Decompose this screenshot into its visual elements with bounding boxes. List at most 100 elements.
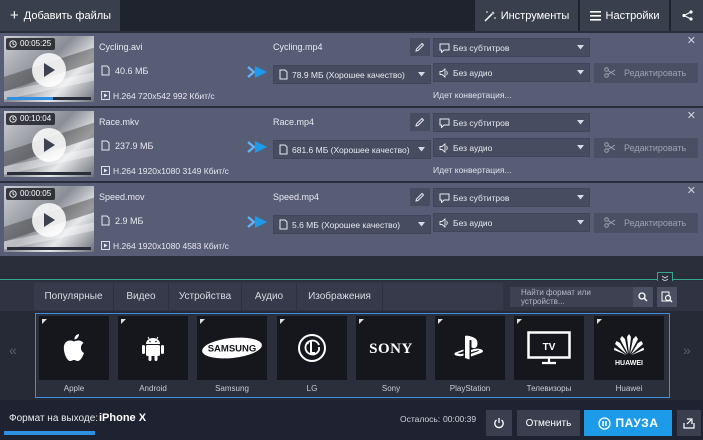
rename-output-button[interactable] bbox=[410, 38, 430, 56]
rename-output-button[interactable] bbox=[410, 113, 430, 131]
svg-text:HUAWEI: HUAWEI bbox=[615, 360, 643, 367]
format-search-input[interactable]: Найти формат или устройств... bbox=[510, 287, 633, 307]
share-button[interactable] bbox=[671, 0, 703, 31]
remove-file-button[interactable]: ✕ bbox=[687, 36, 696, 47]
edit-button[interactable]: Редактировать bbox=[594, 138, 698, 158]
edit-label: Редактировать bbox=[624, 68, 687, 78]
device-телевизоры[interactable]: TV Телевизоры bbox=[514, 316, 584, 396]
scissors-icon bbox=[604, 217, 616, 228]
caret-down-icon bbox=[577, 220, 584, 225]
play-icon bbox=[42, 62, 56, 78]
source-codec-info: H.264 720x542 992 Кбит/с bbox=[99, 91, 215, 101]
export-icon bbox=[683, 417, 695, 429]
source-file-size: 237.9 МБ bbox=[99, 140, 153, 151]
scroll-right-button[interactable]: » bbox=[683, 342, 691, 358]
cancel-button[interactable]: Отменить bbox=[517, 410, 580, 436]
file-row[interactable]: 00:05:25 Cycling.avi 40.6 МБ H.264 720x542 … bbox=[0, 33, 703, 106]
subtitles-dropdown[interactable]: Без субтитров bbox=[433, 38, 590, 57]
duration-text: 00:10:04 bbox=[20, 114, 52, 123]
device-huawei[interactable]: HUAWEI Huawei bbox=[594, 316, 664, 396]
plus-icon: + bbox=[10, 7, 19, 24]
output-quality-dropdown[interactable]: 5.6 МБ (Хорошее качество) bbox=[273, 215, 431, 234]
video-thumbnail[interactable]: 00:10:04 bbox=[4, 111, 94, 177]
search-placeholder: Найти формат или устройств... bbox=[521, 288, 591, 306]
file-progress-bar bbox=[7, 97, 91, 100]
output-quality-dropdown[interactable]: 78.9 МБ (Хорошее качество) bbox=[273, 65, 431, 84]
device-sony[interactable]: SONY Sony bbox=[356, 316, 426, 396]
output-format-value[interactable]: iPhone X bbox=[99, 412, 146, 424]
corner-marker-icon bbox=[438, 319, 443, 324]
caret-down-icon bbox=[577, 120, 584, 125]
format-tab[interactable]: Видео bbox=[114, 283, 169, 310]
shutdown-after-button[interactable] bbox=[486, 410, 512, 436]
sony-logo-icon: SONY bbox=[361, 338, 421, 358]
device-tile[interactable] bbox=[118, 316, 188, 380]
file-row[interactable]: 00:00:05 Speed.mov 2.9 МБ H.264 1920x1080 4… bbox=[0, 183, 703, 256]
play-button[interactable] bbox=[32, 53, 66, 87]
tv-icon: TV bbox=[527, 331, 571, 365]
svg-text:SONY: SONY bbox=[369, 341, 413, 357]
remove-file-button[interactable]: ✕ bbox=[687, 111, 696, 122]
video-icon bbox=[101, 91, 110, 100]
device-tile[interactable]: SONY bbox=[356, 316, 426, 380]
source-meta-text: H.264 1920x1080 3149 Кбит/с bbox=[113, 166, 229, 176]
device-tile[interactable] bbox=[39, 316, 109, 380]
device-apple[interactable]: Apple bbox=[39, 316, 109, 396]
detect-device-button[interactable] bbox=[657, 287, 677, 307]
audio-dropdown[interactable]: Без аудио bbox=[433, 63, 590, 82]
format-tab[interactable]: Изображения bbox=[297, 283, 383, 310]
huawei-logo-icon: HUAWEI bbox=[606, 329, 652, 367]
device-samsung[interactable]: SAMSUNG Samsung bbox=[197, 316, 267, 396]
add-files-button[interactable]: + Добавить файлы bbox=[0, 0, 120, 31]
format-tab[interactable]: Популярные bbox=[34, 283, 114, 310]
pause-button[interactable]: ПАУЗА bbox=[584, 410, 672, 436]
subtitles-text: Без субтитров bbox=[453, 117, 510, 128]
caret-down-icon bbox=[577, 145, 584, 150]
format-tab[interactable]: Устройства bbox=[169, 283, 242, 310]
cancel-label: Отменить bbox=[525, 417, 572, 429]
scroll-left-button[interactable]: « bbox=[9, 342, 17, 358]
rename-output-button[interactable] bbox=[410, 188, 430, 206]
play-button[interactable] bbox=[32, 128, 66, 162]
subtitles-dropdown[interactable]: Без субтитров bbox=[433, 113, 590, 132]
video-thumbnail[interactable]: 00:05:25 bbox=[4, 36, 94, 102]
subtitles-dropdown[interactable]: Без субтитров bbox=[433, 188, 590, 207]
close-icon: ✕ bbox=[686, 35, 696, 47]
device-tile[interactable] bbox=[277, 316, 347, 380]
file-icon bbox=[101, 215, 110, 226]
edit-button[interactable]: Редактировать bbox=[594, 63, 698, 83]
audio-dropdown[interactable]: Без аудио bbox=[433, 138, 590, 157]
corner-marker-icon bbox=[597, 319, 602, 324]
source-size-text: 2.9 МБ bbox=[115, 216, 144, 226]
device-android[interactable]: Android bbox=[118, 316, 188, 396]
output-quality-dropdown[interactable]: 681.6 МБ (Хорошее качество) bbox=[273, 140, 431, 159]
caret-down-icon bbox=[418, 222, 425, 227]
device-tile[interactable]: TV bbox=[514, 316, 584, 380]
file-row[interactable]: 00:10:04 Race.mkv 237.9 МБ H.264 1920x1080 … bbox=[0, 108, 703, 181]
device-tile[interactable]: SAMSUNG bbox=[197, 316, 267, 380]
convert-arrow-icon bbox=[247, 215, 271, 229]
play-button[interactable] bbox=[32, 203, 66, 237]
clock-icon bbox=[9, 190, 17, 198]
source-meta-text: H.264 720x542 992 Кбит/с bbox=[113, 91, 215, 101]
duration-badge: 00:10:04 bbox=[6, 113, 56, 125]
device-playstation[interactable]: PlayStation bbox=[435, 316, 505, 396]
subtitles-text: Без субтитров bbox=[453, 42, 510, 53]
edit-button[interactable]: Редактировать bbox=[594, 213, 698, 233]
duration-badge: 00:00:05 bbox=[6, 188, 56, 200]
device-tile[interactable] bbox=[435, 316, 505, 380]
export-button[interactable] bbox=[677, 410, 701, 436]
audio-dropdown[interactable]: Без аудио bbox=[433, 213, 590, 232]
lg-logo-icon bbox=[297, 333, 327, 363]
format-tab[interactable]: Аудио bbox=[242, 283, 297, 310]
settings-button[interactable]: Настройки bbox=[580, 0, 669, 31]
output-file-name: Race.mp4 bbox=[273, 117, 315, 127]
source-size-text: 40.6 МБ bbox=[115, 66, 149, 76]
remove-file-button[interactable]: ✕ bbox=[687, 186, 696, 197]
device-tile[interactable]: HUAWEI bbox=[594, 316, 664, 380]
play-icon bbox=[42, 212, 56, 228]
video-thumbnail[interactable]: 00:00:05 bbox=[4, 186, 94, 252]
tools-button[interactable]: Инструменты bbox=[475, 0, 578, 31]
search-button[interactable] bbox=[633, 287, 653, 307]
device-lg[interactable]: LG bbox=[277, 316, 347, 396]
